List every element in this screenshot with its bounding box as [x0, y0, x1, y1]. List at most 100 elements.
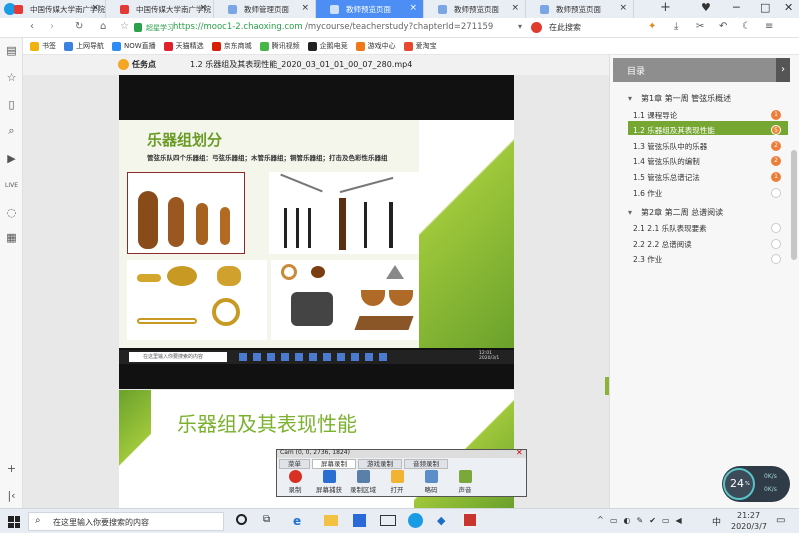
toc-item[interactable]: 1.3 管弦乐队中的乐器 [633, 141, 707, 152]
maximize-button[interactable]: □ [760, 1, 770, 14]
add-icon[interactable]: + [5, 462, 18, 475]
forward-icon[interactable]: › [50, 21, 54, 32]
recorder-button[interactable]: 打开 [383, 470, 411, 496]
browser-taskbar-icon[interactable] [408, 513, 423, 528]
recorder-button[interactable]: 屏幕捕获 [315, 470, 343, 496]
recorder-button[interactable]: 声音 [451, 470, 479, 496]
address-dropdown-icon[interactable]: ▾ [518, 22, 522, 31]
video-player[interactable]: 乐器组划分 管弦乐队四个乐器组：弓弦乐器组；木管乐器组；铜管乐器组；打击及色彩性… [119, 75, 514, 389]
close-window-button[interactable]: ✕ [784, 1, 793, 14]
back-icon[interactable]: ‹ [30, 21, 34, 32]
bookmark-item[interactable]: 京东商城 [211, 41, 252, 51]
recorder-tab[interactable]: 游戏录制 [358, 459, 402, 469]
browser-tab[interactable]: 教师管理页面 × [214, 0, 316, 18]
tab-close-icon[interactable]: × [409, 3, 417, 13]
skin-icon[interactable]: ♥ [701, 1, 711, 14]
star-icon[interactable]: ☆ [120, 21, 129, 32]
reader-icon[interactable]: ▤ [5, 44, 18, 57]
undo-icon[interactable]: ↶ [719, 21, 727, 32]
browser-tab[interactable]: 中国传媒大学南广学院 × [106, 0, 214, 18]
cut-icon[interactable]: ✂ [696, 21, 704, 32]
toc-scrollbar[interactable] [791, 150, 797, 260]
tray-chevron-icon[interactable]: ^ [597, 515, 604, 524]
recorder-tab[interactable]: 屏幕录制 [312, 459, 356, 469]
collapse-icon[interactable]: |‹ [5, 489, 18, 502]
taskbar-search-box[interactable]: ⌕ 在这里输入你要搜索的内容 [28, 512, 224, 531]
toc-item[interactable]: 2.3 作业 [633, 254, 662, 265]
recorder-tab[interactable]: 菜单 [279, 459, 310, 469]
chapter-expand-icon[interactable]: ▾ [628, 208, 632, 217]
store-icon[interactable] [353, 514, 366, 527]
slide2-accent-left [119, 390, 151, 508]
tab-close-icon[interactable]: × [511, 3, 519, 13]
video-icon[interactable]: ▶ [5, 152, 18, 165]
chapter-expand-icon[interactable]: ▾ [628, 94, 632, 103]
mail-icon[interactable] [380, 515, 396, 526]
ime-indicator[interactable]: 中 [712, 515, 721, 528]
recorder-button[interactable]: 录制 [281, 470, 309, 496]
toc-item[interactable]: 1.1 课程导论 [633, 110, 677, 121]
download-icon[interactable]: ⤓ [674, 21, 678, 32]
tab-close-icon[interactable]: × [199, 3, 207, 13]
refresh-icon[interactable]: ↻ [75, 21, 83, 32]
toc-item-status-circle [771, 254, 781, 264]
recorder-close-icon[interactable]: ✕ [516, 448, 523, 457]
bookmark-item[interactable]: 企鹅电竞 [307, 41, 348, 51]
bookmark-item[interactable]: 天猫精选 [163, 41, 204, 51]
browser-tab[interactable]: 中国传媒大学南广学院 × [0, 0, 106, 18]
favorites-icon[interactable]: ☆ [5, 71, 18, 84]
tray-icons[interactable]: ▭◐✎✔▭◀ [610, 516, 688, 525]
menu-icon[interactable]: ≡ [765, 21, 773, 32]
bookmark-item[interactable]: 书签 [30, 41, 56, 51]
tab-close-icon[interactable]: × [91, 3, 99, 13]
search-engine-icon[interactable] [531, 22, 542, 33]
toc-item[interactable]: 1.2 乐器组及其表现性能 [633, 125, 715, 136]
recorder-tab[interactable]: 音频录制 [404, 459, 448, 469]
bookmark-item[interactable]: 爱淘宝 [403, 41, 437, 51]
castanets-icon [311, 266, 325, 278]
toc-chapter-title[interactable]: 第1章 第一周 管弦乐概述 [641, 93, 731, 104]
notification-icon[interactable]: ▭ [776, 515, 785, 526]
book-icon[interactable]: ▯ [5, 98, 18, 111]
new-tab-button[interactable]: + [660, 0, 671, 15]
toc-item[interactable]: 1.4 管弦乐队的编制 [633, 156, 700, 167]
notes-icon[interactable]: ▦ [5, 231, 18, 244]
toc-item[interactable]: 1.6 作业 [633, 188, 662, 199]
toc-collapse-button[interactable]: › [776, 58, 790, 82]
tab-close-icon[interactable]: × [619, 3, 627, 13]
home-icon[interactable]: ⌂ [100, 21, 106, 32]
start-button[interactable] [8, 516, 20, 528]
bookmark-item[interactable]: 腾讯视频 [259, 41, 300, 51]
explorer-icon[interactable] [324, 515, 338, 526]
night-mode-icon[interactable]: ☾ [742, 21, 751, 32]
bookmark-item[interactable]: 游戏中心 [355, 41, 396, 51]
browser-tab[interactable]: 教师预览页面 × [526, 0, 634, 18]
network-meter[interactable]: 24 % 0K/s 0K/s [722, 466, 790, 502]
browser-tab[interactable]: 教师预览页面 × [424, 0, 526, 18]
search-side-icon[interactable]: ⌕ [5, 124, 18, 137]
bookmark-item[interactable]: 上网导航 [64, 41, 104, 51]
game-icon[interactable]: ✦ [648, 21, 656, 32]
recorder-taskbar-icon[interactable] [462, 512, 478, 528]
toc-item[interactable]: 2.1 2.1 乐队表现要素 [633, 223, 707, 234]
search-input[interactable]: 在此搜索 [549, 22, 581, 33]
tab-close-icon[interactable]: × [301, 3, 309, 13]
taskbar-clock-date[interactable]: 2020/3/7 [731, 522, 767, 531]
task-view-icon[interactable]: ⧉ [263, 514, 270, 525]
toc-item[interactable]: 1.5 管弦乐总谱记法 [633, 172, 700, 183]
chat-icon[interactable]: ◌ [5, 206, 18, 219]
minimize-button[interactable]: ─ [733, 1, 740, 14]
browser-tab[interactable]: 教师预览页面 × [316, 0, 424, 18]
shield-taskbar-icon[interactable]: ◆ [437, 514, 445, 527]
taskbar-clock-time[interactable]: 21:27 [737, 511, 760, 520]
bookmark-item[interactable]: NOW直播 [112, 41, 156, 51]
live-icon[interactable]: LIVE [5, 179, 18, 192]
toc-item[interactable]: 2.2 2.2 总谱阅读 [633, 239, 692, 250]
toc-chapter-title[interactable]: 第2章 第二周 总谱阅读 [641, 207, 723, 218]
toc-item-badge: 1 [771, 110, 781, 120]
recorder-button[interactable]: 略码 [417, 470, 445, 496]
edge-icon[interactable]: e [293, 514, 301, 528]
recorder-button[interactable]: 录制区域 [349, 470, 377, 496]
cortana-icon[interactable] [236, 514, 247, 525]
url-field[interactable]: ☆ 超星学习 https://mooc1-2.chaoxing.com /myc… [120, 20, 522, 36]
